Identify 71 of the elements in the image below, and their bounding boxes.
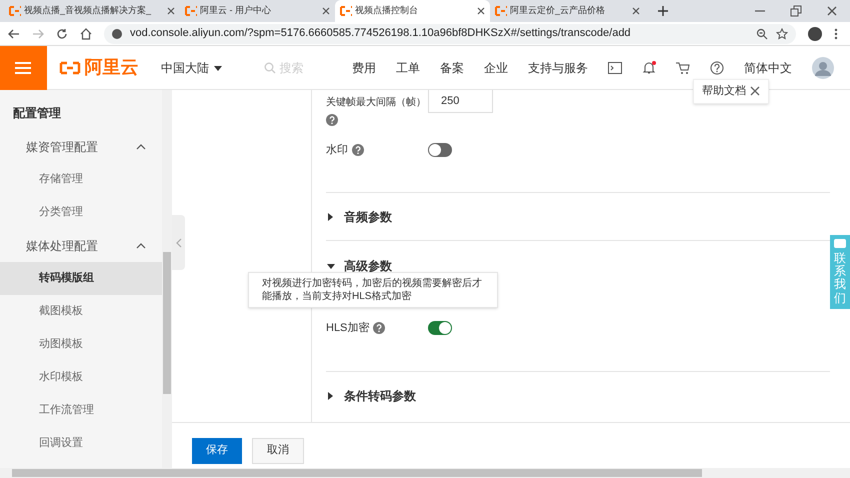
cart-icon[interactable] xyxy=(676,60,690,74)
scrollbar-thumb[interactable] xyxy=(12,469,702,477)
reload-icon[interactable] xyxy=(56,28,68,40)
help-icon[interactable] xyxy=(710,60,724,74)
field-label: 关键帧最大间隔（帧） xyxy=(326,96,427,110)
profile-icon[interactable] xyxy=(808,26,822,40)
region-selector[interactable]: 中国大陆 xyxy=(161,58,264,76)
sidebar-group[interactable]: 媒资管理配置 xyxy=(0,130,162,163)
tooltip: 对视频进行加密转码，加密后的视频需要解密后才能播放，当前支持对HLS格式加密 xyxy=(248,272,498,308)
terminal-icon[interactable] xyxy=(608,62,622,74)
avatar-icon[interactable] xyxy=(812,56,834,78)
scrollbar-thumb[interactable] xyxy=(163,252,171,394)
close-icon[interactable] xyxy=(167,7,175,15)
sidebar-item[interactable]: 水印模板 xyxy=(0,361,162,394)
sidebar-item[interactable]: 分类管理 xyxy=(0,196,162,229)
menu-button[interactable] xyxy=(0,46,47,90)
browser-tab[interactable]: 视频点播_音视频点播解决方案_ xyxy=(4,0,180,22)
sidebar-item[interactable]: 回调设置 xyxy=(0,427,162,460)
field-label: 水印 xyxy=(326,142,348,158)
sidebar-item[interactable]: 转码模版组 xyxy=(0,262,162,295)
nav-link[interactable]: 企业 xyxy=(484,58,508,76)
favicon-icon xyxy=(340,5,352,17)
sidebar-group[interactable]: 媒体处理配置 xyxy=(0,229,162,262)
browser-tab[interactable]: 视频点播控制台 xyxy=(335,0,490,22)
help-icon[interactable] xyxy=(352,144,364,156)
toggle-switch[interactable] xyxy=(428,143,452,157)
browser-tab[interactable]: 阿里云定价_云产品价格 xyxy=(490,0,645,22)
back-icon[interactable] xyxy=(8,28,20,40)
language-selector[interactable]: 简体中文 xyxy=(744,58,792,76)
favicon-icon xyxy=(495,5,507,17)
menu-icon[interactable] xyxy=(834,28,838,40)
sidebar-item[interactable]: 工作流管理 xyxy=(0,394,162,427)
bell-icon[interactable] xyxy=(642,60,656,74)
favicon-icon xyxy=(185,5,197,17)
favicon-icon xyxy=(9,5,21,17)
address-field[interactable]: vod.console.aliyun.com/?spm=5176.6660585.774526198.1.10a96bf8DHKSzX#/settings/transcode/add xyxy=(104,24,796,44)
close-icon[interactable] xyxy=(632,7,640,15)
star-icon[interactable] xyxy=(776,28,788,40)
collapse-handle[interactable] xyxy=(172,215,185,270)
zoom-icon[interactable] xyxy=(756,28,768,40)
cancel-button[interactable]: 取消 xyxy=(252,438,304,464)
sidebar-item[interactable]: 存储管理 xyxy=(0,163,162,196)
close-icon[interactable] xyxy=(477,7,485,15)
field-label: HLS加密 xyxy=(326,320,370,336)
nav-link[interactable]: 备案 xyxy=(440,58,464,76)
sidebar-title: 配置管理 xyxy=(12,105,62,122)
browser-tab[interactable]: 阿里云 - 用户中心 xyxy=(180,0,335,22)
sidebar-item[interactable]: 动图模板 xyxy=(0,328,162,361)
chevron-icon xyxy=(174,238,182,248)
help-popup: 帮助文档 xyxy=(693,79,769,104)
nav-link[interactable]: 费用 xyxy=(352,58,376,76)
chat-icon xyxy=(834,239,846,248)
nav-link[interactable]: 支持与服务 xyxy=(528,58,588,76)
close-icon[interactable] xyxy=(322,7,330,15)
toggle-switch[interactable] xyxy=(428,321,452,335)
search-icon xyxy=(264,62,276,74)
section-header[interactable]: 音频参数 xyxy=(326,192,830,240)
help-icon[interactable] xyxy=(326,114,338,126)
menu-icon xyxy=(15,62,32,74)
new-tab-icon[interactable] xyxy=(657,5,669,17)
input-field[interactable]: 250 xyxy=(428,90,493,113)
close-icon[interactable] xyxy=(826,5,838,17)
save-button[interactable]: 保存 xyxy=(192,438,242,464)
home-icon[interactable] xyxy=(80,28,92,40)
section-header[interactable]: 条件转码参数 xyxy=(326,371,830,419)
logo-icon xyxy=(58,60,81,74)
restore-icon[interactable] xyxy=(790,5,802,17)
help-icon[interactable] xyxy=(373,322,386,334)
nav-link[interactable]: 工单 xyxy=(396,58,420,76)
close-icon[interactable] xyxy=(750,86,760,96)
sidebar-item[interactable]: 截图模板 xyxy=(0,295,162,328)
